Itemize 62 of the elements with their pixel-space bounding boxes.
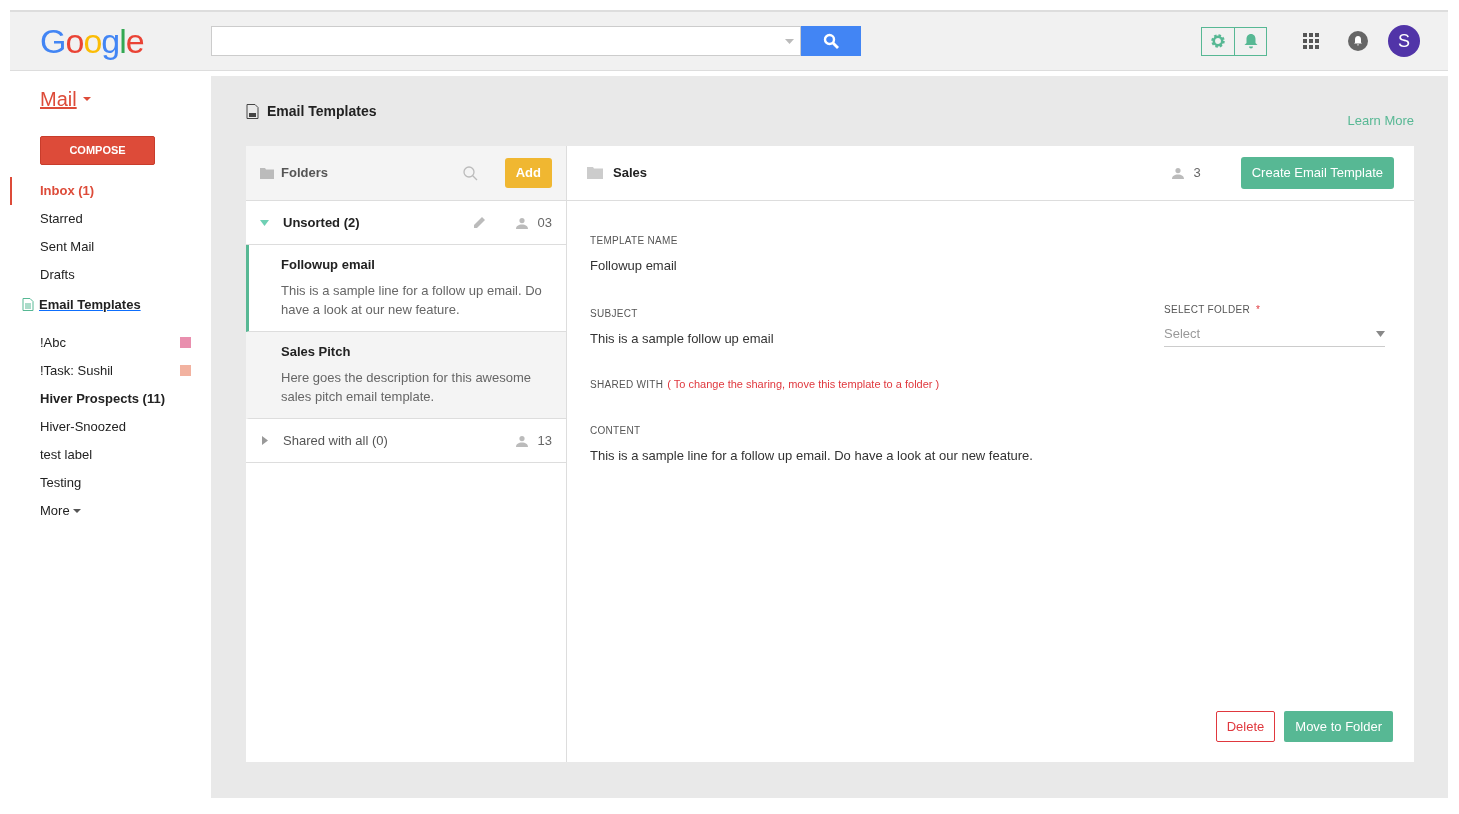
label-item[interactable]: Hiver-Snoozed [10,412,211,441]
template-name-value: Followup email [590,257,678,275]
more-link[interactable]: More [10,496,211,525]
field-label: SUBJECT [590,306,639,321]
compose-button[interactable]: COMPOSE [40,136,155,165]
document-icon [246,103,259,119]
member-count: 13 [537,431,552,450]
document-icon [22,298,34,312]
required-mark: * [1255,302,1260,317]
folder-icon [260,167,274,179]
bell-icon [1243,33,1258,49]
expanded-triangle-icon[interactable] [260,218,269,227]
collapsed-triangle-icon[interactable] [260,436,269,445]
template-item[interactable]: Followup email This is a sample line for a follow up email. Do have a look at our new feature. [246,245,566,332]
label-color-swatch [180,337,191,348]
pencil-icon[interactable] [471,215,486,230]
search-icon[interactable] [462,165,478,181]
template-title: Sales Pitch [281,343,352,361]
search-button[interactable] [801,26,861,56]
folder-icon [587,167,603,179]
folder-row[interactable]: Shared with all (0) 13 [246,419,566,463]
caret-icon [82,97,91,101]
template-item[interactable]: Sales Pitch Here goes the description for this awesome sales pitch email template. [246,332,566,419]
caret-icon [785,38,794,44]
label-item[interactable]: !Abc [10,328,211,357]
person-icon [1171,167,1184,179]
folders-title: Folders [281,164,328,183]
person-icon [515,434,528,447]
template-description: Here goes the description for this awesome sales pitch email template. [281,369,532,406]
email-templates-link[interactable]: Email Templates [10,289,211,329]
member-count: 3 [1193,164,1201,183]
nav-item[interactable]: Starred [10,205,211,233]
folder-name: Sales [613,164,647,183]
field-label: TEMPLATE NAME [590,234,679,248]
person-icon [515,216,528,229]
label-item[interactable]: Hiver Prospects (11) [10,384,211,413]
page-title: Email Templates [267,101,377,121]
caret-icon [1376,331,1385,337]
app-switcher[interactable]: Mail [10,84,91,114]
notification-bell-icon[interactable] [1348,31,1368,51]
template-title: Followup email [281,256,376,274]
apps-grid-icon[interactable] [1303,33,1319,49]
search-field[interactable] [211,26,801,56]
subject-value: This is a sample follow up email [590,329,775,348]
label-item[interactable]: test label [10,440,211,469]
sharing-note: ( To change the sharing, move this template to a folder ) [667,377,940,392]
label-item[interactable]: Testing [10,468,211,497]
nav-item[interactable]: Drafts [10,261,211,289]
field-label: SELECT FOLDER [1164,302,1250,317]
label-item[interactable]: !Task: Sushil [10,356,211,385]
caret-icon [72,508,81,513]
field-label: SHARED WITH [590,377,664,392]
template-description: This is a sample line for a follow up email. Do have a look at our new feature. [281,282,543,319]
member-count: 03 [537,213,552,232]
label-color-swatch [180,365,191,376]
content-value: This is a sample line for a follow up email. Do have a look at our new feature. [590,446,1034,465]
user-avatar[interactable]: S [1388,25,1420,57]
delete-button[interactable]: Delete [1215,710,1276,742]
search-icon [823,33,839,49]
settings-icon [1210,33,1226,49]
nav-item[interactable]: Sent Mail [10,233,211,261]
field-label: CONTENT [590,423,642,438]
